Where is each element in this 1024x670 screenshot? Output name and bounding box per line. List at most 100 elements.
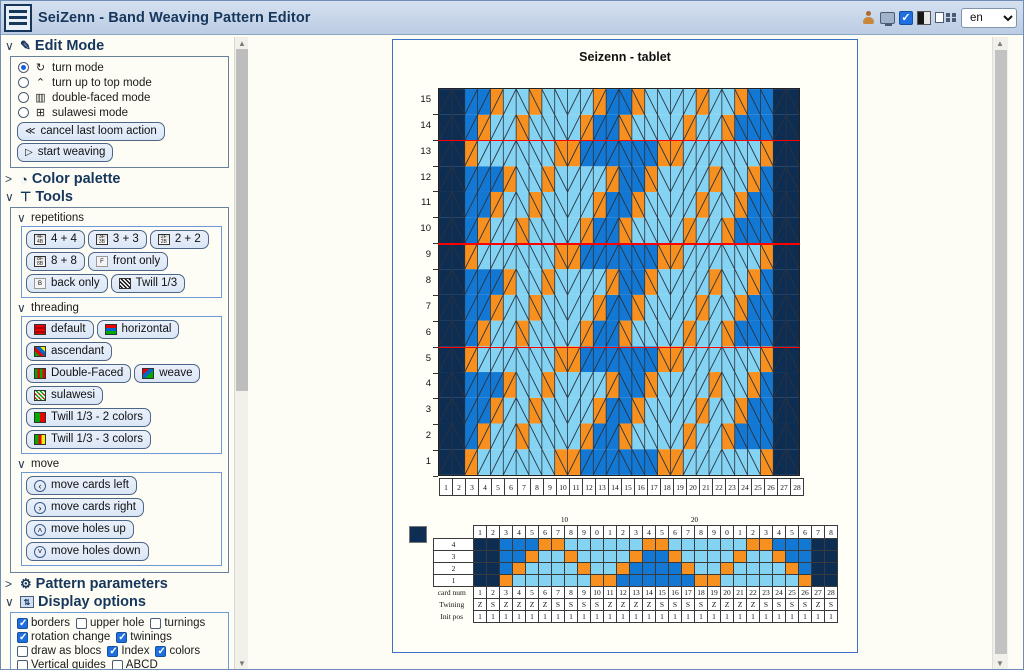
- threading-horizontal-button[interactable]: horizontal: [96, 320, 180, 339]
- card-number-cell[interactable]: 16: [634, 478, 648, 496]
- hole-color-cell[interactable]: [733, 574, 747, 587]
- hole-color-cell[interactable]: [655, 538, 669, 551]
- scroll-up-icon[interactable]: ▲: [993, 37, 1007, 49]
- hole-color-cell[interactable]: [759, 538, 773, 551]
- card-num-cell[interactable]: 13: [629, 586, 643, 599]
- hole-color-cell[interactable]: [824, 562, 838, 575]
- grid-icon[interactable]: [935, 11, 957, 25]
- person-icon[interactable]: [861, 10, 876, 25]
- twining-cell[interactable]: Z: [603, 598, 617, 611]
- threading-sulawesi-button[interactable]: sulawesi: [26, 386, 104, 405]
- hole-color-cell[interactable]: [577, 574, 591, 587]
- hole-color-cell[interactable]: [694, 574, 708, 587]
- card-num-cell[interactable]: 18: [694, 586, 708, 599]
- twining-cell[interactable]: S: [590, 598, 604, 611]
- init-pos-cell[interactable]: 1: [512, 610, 526, 623]
- hole-color-cell[interactable]: [577, 562, 591, 575]
- hole-color-cell[interactable]: [577, 550, 591, 563]
- hole-color-cell[interactable]: [473, 562, 487, 575]
- hole-color-cell[interactable]: [785, 574, 799, 587]
- hole-color-cell[interactable]: [733, 550, 747, 563]
- current-color-swatch[interactable]: [409, 526, 427, 543]
- twining-cell[interactable]: Z: [642, 598, 656, 611]
- twining-cell[interactable]: S: [759, 598, 773, 611]
- hole-color-cell[interactable]: [694, 538, 708, 551]
- hole-color-cell[interactable]: [772, 574, 786, 587]
- hole-color-cell[interactable]: [642, 574, 656, 587]
- card-number-cell[interactable]: 7: [517, 478, 531, 496]
- hole-color-cell[interactable]: [772, 562, 786, 575]
- checkbox-twinings[interactable]: twinings: [116, 631, 172, 644]
- hole-color-cell[interactable]: [603, 574, 617, 587]
- hole-color-cell[interactable]: [564, 574, 578, 587]
- hole-color-cell[interactable]: [759, 574, 773, 587]
- card-num-cell[interactable]: 5: [525, 586, 539, 599]
- hole-color-cell[interactable]: [681, 574, 695, 587]
- hole-color-cell[interactable]: [473, 550, 487, 563]
- card-num-cell[interactable]: 22: [746, 586, 760, 599]
- sidebar-scroll-thumb[interactable]: [236, 49, 248, 391]
- hole-color-cell[interactable]: [616, 562, 630, 575]
- hole-color-cell[interactable]: [681, 562, 695, 575]
- init-pos-cell[interactable]: 1: [811, 610, 825, 623]
- start-weaving-button[interactable]: ▷ start weaving: [17, 143, 114, 162]
- twining-cell[interactable]: Z: [499, 598, 513, 611]
- twining-cell[interactable]: S: [694, 598, 708, 611]
- hole-color-cell[interactable]: [798, 574, 812, 587]
- hole-color-cell[interactable]: [759, 550, 773, 563]
- init-pos-cell[interactable]: 1: [486, 610, 500, 623]
- move-holes-up-button[interactable]: ˄ move holes up: [26, 520, 134, 539]
- main-scrollbar[interactable]: ▲ ▼: [992, 37, 1008, 669]
- hole-color-cell[interactable]: [694, 562, 708, 575]
- card-number-cell[interactable]: 21: [699, 478, 713, 496]
- card-num-cell[interactable]: 7: [551, 586, 565, 599]
- threading-ascendant-button[interactable]: ascendant: [26, 342, 113, 361]
- card-number-cell[interactable]: 20: [686, 478, 700, 496]
- hole-color-cell[interactable]: [512, 574, 526, 587]
- twining-cell[interactable]: S: [551, 598, 565, 611]
- hole-color-cell[interactable]: [707, 538, 721, 551]
- init-pos-cell[interactable]: 1: [616, 610, 630, 623]
- hole-color-cell[interactable]: [538, 550, 552, 563]
- section-header-color-palette[interactable]: > ◔ Color palette: [3, 170, 235, 188]
- hole-color-cell[interactable]: [798, 562, 812, 575]
- init-pos-cell[interactable]: 1: [785, 610, 799, 623]
- card-num-cell[interactable]: 1: [473, 586, 487, 599]
- twining-cell[interactable]: S: [772, 598, 786, 611]
- card-number-cell[interactable]: 25: [751, 478, 765, 496]
- hole-color-cell[interactable]: [551, 574, 565, 587]
- hole-color-cell[interactable]: [590, 574, 604, 587]
- threading-double-faced-button[interactable]: Double-Faced: [26, 364, 132, 383]
- hole-color-cell[interactable]: [486, 538, 500, 551]
- twining-cell[interactable]: S: [655, 598, 669, 611]
- twining-cell[interactable]: Z: [707, 598, 721, 611]
- twining-cell[interactable]: S: [785, 598, 799, 611]
- card-num-cell[interactable]: 6: [538, 586, 552, 599]
- back-only-button[interactable]: B back only: [26, 274, 108, 293]
- init-pos-cell[interactable]: 1: [772, 610, 786, 623]
- hole-color-cell[interactable]: [655, 574, 669, 587]
- radio-turn-up-to-top-mode[interactable]: ⌃ turn up to top mode: [15, 75, 224, 90]
- hole-color-cell[interactable]: [525, 562, 539, 575]
- init-pos-cell[interactable]: 1: [681, 610, 695, 623]
- card-num-cell[interactable]: 27: [811, 586, 825, 599]
- repetition-3-3-button[interactable]: 3F 3B 3 + 3: [87, 230, 147, 249]
- card-number-cell[interactable]: 14: [608, 478, 622, 496]
- init-pos-cell[interactable]: 1: [551, 610, 565, 623]
- init-pos-cell[interactable]: 1: [499, 610, 513, 623]
- hole-color-cell[interactable]: [811, 538, 825, 551]
- section-header-pattern-parameters[interactable]: > ⚙ Pattern parameters: [3, 575, 235, 593]
- repetition-4-4-button[interactable]: 4F 4B 4 + 4: [26, 230, 85, 249]
- move-cards-left-button[interactable]: ‹ move cards left: [26, 476, 137, 495]
- checkbox-vertical-guides[interactable]: Vertical guides: [17, 659, 106, 669]
- card-number-cell[interactable]: 23: [725, 478, 739, 496]
- card-number-cell[interactable]: 1: [439, 478, 453, 496]
- card-number-cell[interactable]: 8: [530, 478, 544, 496]
- hole-color-cell[interactable]: [694, 550, 708, 563]
- init-pos-cell[interactable]: 1: [720, 610, 734, 623]
- hole-color-cell[interactable]: [733, 562, 747, 575]
- card-num-cell[interactable]: 28: [824, 586, 838, 599]
- scroll-up-icon[interactable]: ▲: [235, 37, 249, 49]
- twining-cell[interactable]: S: [486, 598, 500, 611]
- card-number-cell[interactable]: 6: [504, 478, 518, 496]
